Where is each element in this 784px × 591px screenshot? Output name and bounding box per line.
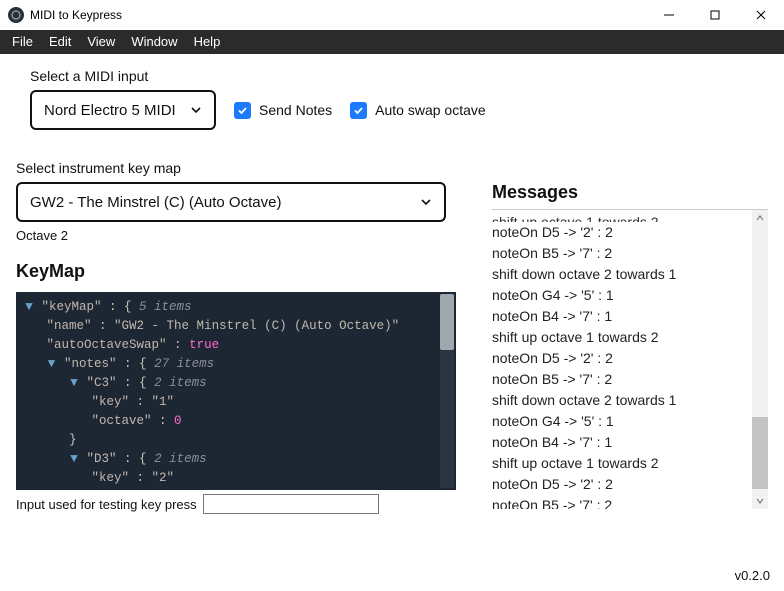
scroll-up-icon[interactable] <box>752 210 768 226</box>
send-notes-label: Send Notes <box>259 102 332 118</box>
message-line: noteOn D5 -> '2' : 2 <box>492 348 768 369</box>
test-input-label: Input used for testing key press <box>16 497 197 512</box>
messages-list[interactable]: shift up octave 1 towards 2 noteOn D5 ->… <box>492 209 768 509</box>
checkbox-checked-icon <box>350 102 367 119</box>
keymap-select-label: Select instrument key map <box>16 160 768 176</box>
octave-label: Octave 2 <box>16 228 456 243</box>
keymap-select[interactable]: GW2 - The Minstrel (C) (Auto Octave) <box>16 182 446 222</box>
app-icon <box>8 7 24 23</box>
scroll-down-icon[interactable] <box>752 493 768 509</box>
message-line: shift down octave 2 towards 1 <box>492 264 768 285</box>
message-line: shift up octave 1 towards 2 <box>492 327 768 348</box>
minimize-button[interactable] <box>646 0 692 30</box>
message-line: noteOn B5 -> '7' : 2 <box>492 495 768 509</box>
menu-file[interactable]: File <box>4 30 41 54</box>
chevron-down-icon <box>420 196 432 208</box>
midi-input-value: Nord Electro 5 MIDI <box>44 102 176 119</box>
message-line: noteOn B5 -> '7' : 2 <box>492 243 768 264</box>
checkbox-checked-icon <box>234 102 251 119</box>
messages-heading: Messages <box>492 182 768 203</box>
message-line: noteOn G4 -> '5' : 1 <box>492 411 768 432</box>
send-notes-checkbox[interactable]: Send Notes <box>234 102 332 119</box>
menu-help[interactable]: Help <box>186 30 229 54</box>
menu-window[interactable]: Window <box>123 30 185 54</box>
json-viewer[interactable]: ▼ "keyMap" : { 5 items "name" : "GW2 - T… <box>16 292 456 490</box>
window-title: MIDI to Keypress <box>30 8 122 22</box>
messages-scrollbar-thumb[interactable] <box>752 417 768 489</box>
message-line: noteOn B5 -> '7' : 2 <box>492 369 768 390</box>
test-input[interactable] <box>203 494 379 514</box>
message-line: noteOn G4 -> '5' : 1 <box>492 285 768 306</box>
json-scrollbar-thumb[interactable] <box>440 294 454 350</box>
menubar: File Edit View Window Help <box>0 30 784 54</box>
chevron-down-icon <box>190 104 202 116</box>
message-line: shift up octave 1 towards 2 <box>492 453 768 474</box>
message-line: noteOn B4 -> '7' : 1 <box>492 306 768 327</box>
midi-input-select[interactable]: Nord Electro 5 MIDI <box>30 90 216 130</box>
maximize-button[interactable] <box>692 0 738 30</box>
message-line: noteOn D5 -> '2' : 2 <box>492 474 768 495</box>
keymap-select-value: GW2 - The Minstrel (C) (Auto Octave) <box>30 194 281 211</box>
midi-input-label: Select a MIDI input <box>30 68 768 84</box>
message-line: noteOn B4 -> '7' : 1 <box>492 432 768 453</box>
close-button[interactable] <box>738 0 784 30</box>
auto-swap-checkbox[interactable]: Auto swap octave <box>350 102 486 119</box>
message-line: noteOn D5 -> '2' : 2 <box>492 222 768 243</box>
menu-view[interactable]: View <box>79 30 123 54</box>
titlebar: MIDI to Keypress <box>0 0 784 30</box>
keymap-heading: KeyMap <box>16 261 456 282</box>
auto-swap-label: Auto swap octave <box>375 102 486 118</box>
message-line: shift down octave 2 towards 1 <box>492 390 768 411</box>
message-line: shift up octave 1 towards 2 <box>492 212 768 222</box>
version-label: v0.2.0 <box>735 568 770 583</box>
menu-edit[interactable]: Edit <box>41 30 79 54</box>
